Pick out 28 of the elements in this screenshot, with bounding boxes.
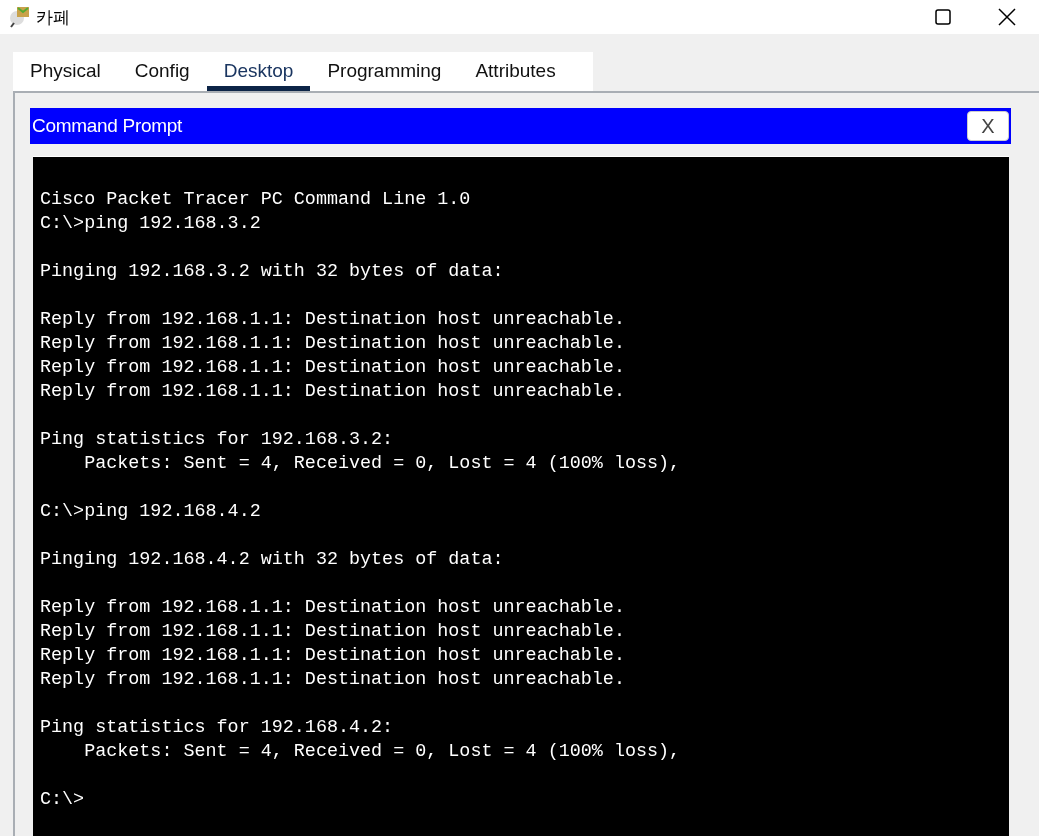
terminal-line: Reply from 192.168.1.1: Destination host unreachable. [40, 356, 626, 380]
terminal-line: C:\>ping 192.168.3.2 [40, 212, 262, 236]
terminal-line: Packets: Sent = 4, Received = 0, Lost = 4 (100% loss), [83, 740, 682, 764]
window-title: 카페 [36, 6, 70, 29]
terminal-line: Pinging 192.168.4.2 with 32 bytes of data: [40, 548, 505, 572]
tab[interactable]: Attributes [458, 52, 573, 91]
terminal-line: C:\>ping 192.168.4.2 [40, 500, 262, 524]
close-button[interactable]: X [967, 111, 1009, 141]
terminal-line: Reply from 192.168.1.1: Destination host unreachable. [40, 596, 626, 620]
terminal-line: Reply from 192.168.1.1: Destination host unreachable. [40, 380, 626, 404]
terminal-line: Reply from 192.168.1.1: Destination host unreachable. [40, 332, 626, 356]
terminal-line: Pinging 192.168.3.2 with 32 bytes of data: [40, 260, 505, 284]
command-prompt-title: Command Prompt [32, 115, 182, 137]
terminal-line: C:\> [40, 788, 86, 812]
terminal-line: Ping statistics for 192.168.3.2: [40, 428, 395, 452]
terminal-line: Reply from 192.168.1.1: Destination host unreachable. [40, 644, 626, 668]
square-icon [935, 9, 951, 25]
tab[interactable]: Config [117, 52, 207, 91]
terminal-line: Reply from 192.168.1.1: Destination host unreachable. [40, 620, 626, 644]
close-icon [998, 8, 1016, 26]
terminal-line: Packets: Sent = 4, Received = 0, Lost = 4 (100% loss), [83, 452, 682, 476]
tab[interactable]: Physical [13, 52, 118, 91]
tab[interactable]: Programming [310, 52, 459, 91]
terminal-line: Ping statistics for 192.168.4.2: [40, 716, 395, 740]
terminal-line: Cisco Packet Tracer PC Command Line 1.0 [40, 188, 472, 212]
app-icon [8, 5, 32, 29]
terminal-line: Reply from 192.168.1.1: Destination host unreachable. [40, 308, 626, 332]
terminal-line: Reply from 192.168.1.1: Destination host unreachable. [40, 668, 626, 692]
